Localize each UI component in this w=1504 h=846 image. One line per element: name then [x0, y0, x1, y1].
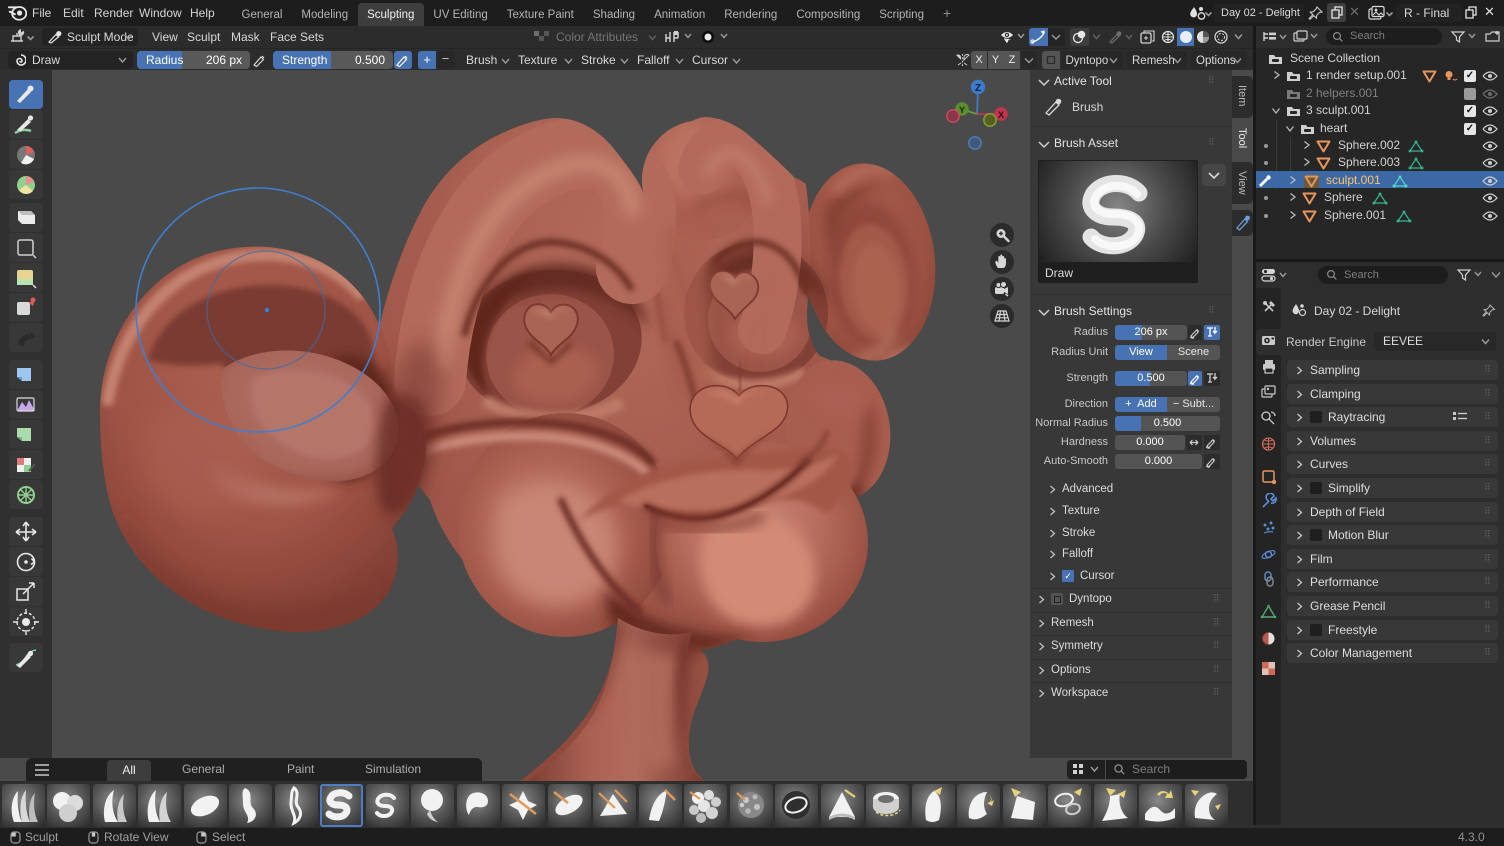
- svg-text:X: X: [998, 110, 1005, 121]
- svg-text:Y: Y: [959, 105, 966, 116]
- svg-text:Z: Z: [975, 83, 981, 94]
